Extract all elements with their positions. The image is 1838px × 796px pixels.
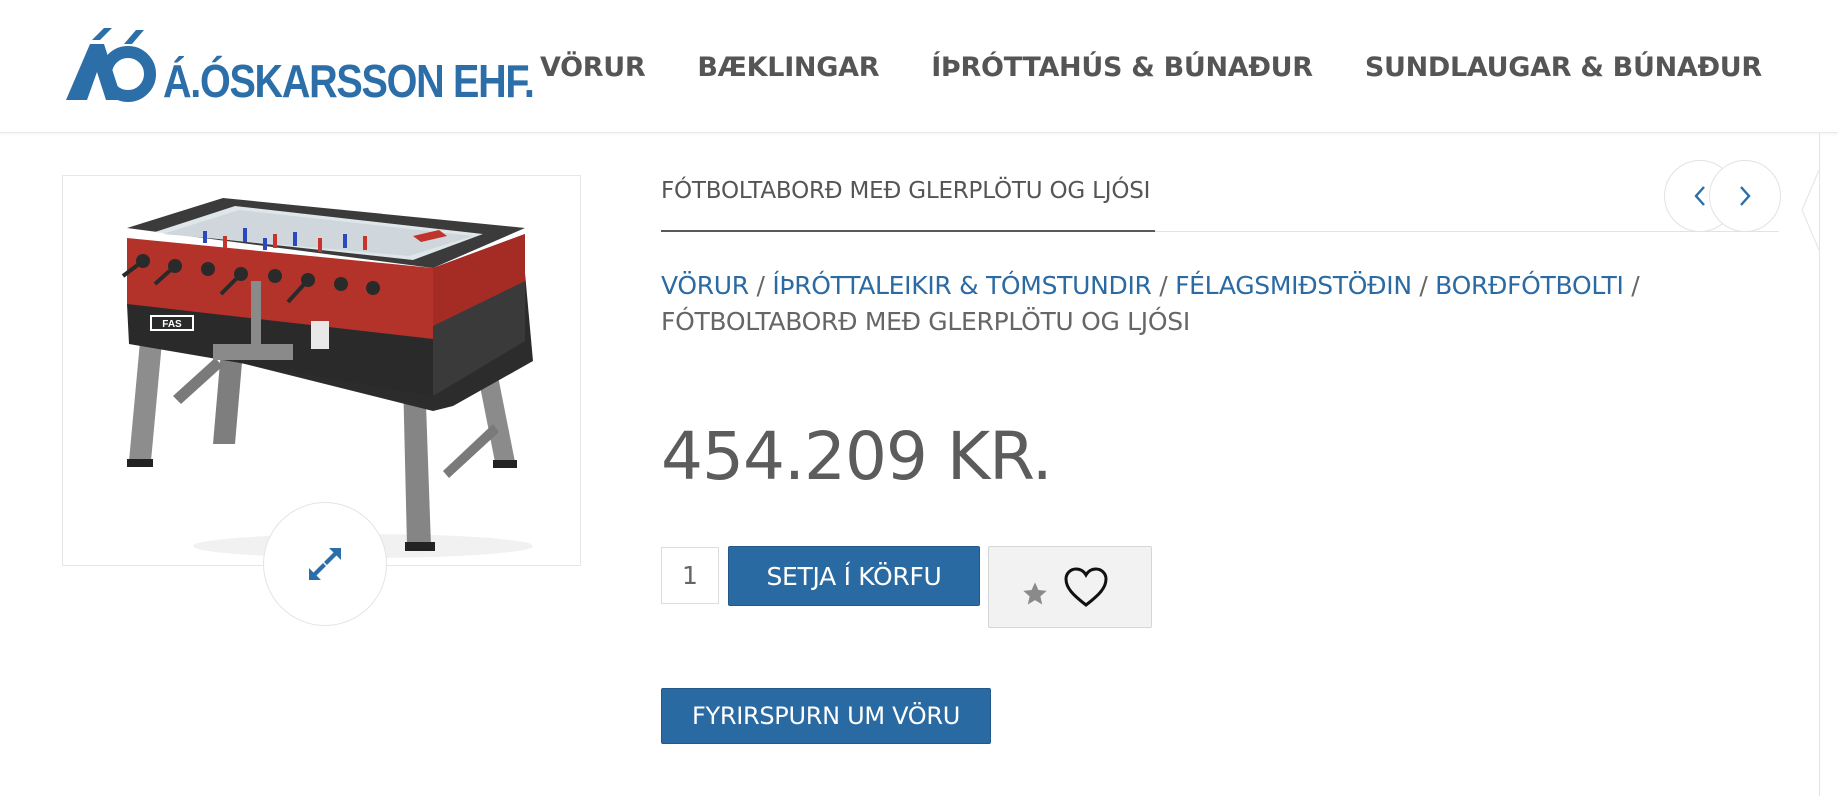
heart-icon xyxy=(1064,567,1108,607)
breadcrumb-separator: / xyxy=(756,271,765,300)
product-title: FÓTBOLTABORÐ MEÐ GLERPLÖTU OG LJÓSI xyxy=(661,178,1151,204)
product-price: 454.209 KR. xyxy=(661,418,1053,495)
chevron-left-icon xyxy=(1694,186,1705,206)
star-icon xyxy=(1023,582,1047,605)
logo-text: Á.ÓSKARSSON EHF. xyxy=(163,55,535,107)
product-inquiry-button[interactable]: FYRIRSPURN UM VÖRU xyxy=(661,688,991,744)
main-nav: VÖRUR BÆKLINGAR ÍÞRÓTTAHÚS & BÚNAÐUR SUN… xyxy=(540,52,1814,83)
breadcrumb-current: FÓTBOLTABORÐ MEÐ GLERPLÖTU OG LJÓSI xyxy=(661,307,1190,336)
breadcrumb-link-felagsmidstodin[interactable]: FÉLAGSMIÐSTÖÐIN xyxy=(1175,271,1412,300)
wishlist-button[interactable] xyxy=(988,546,1152,628)
breadcrumb: VÖRUR / ÍÞRÓTTALEIKIR & TÓMSTUNDIR / FÉL… xyxy=(661,268,1791,340)
logo-mark-icon xyxy=(66,28,156,102)
breadcrumb-link-bordfotbolti[interactable]: BORÐFÓTBOLTI xyxy=(1435,271,1624,300)
title-underline xyxy=(661,230,1155,232)
zoom-button[interactable] xyxy=(263,502,387,626)
breadcrumb-link-vorur[interactable]: VÖRUR xyxy=(661,271,749,300)
expand-icon xyxy=(309,548,341,580)
breadcrumb-separator: / xyxy=(1631,271,1640,300)
breadcrumb-separator: / xyxy=(1419,271,1428,300)
nav-item-ithrottahus[interactable]: ÍÞRÓTTAHÚS & BÚNAÐUR xyxy=(931,52,1313,83)
sidebar-notch xyxy=(1801,170,1820,250)
quantity-input[interactable]: 1 xyxy=(661,547,719,604)
site-logo[interactable]: Á.ÓSKARSSON EHF. xyxy=(62,26,594,107)
site-header: Á.ÓSKARSSON EHF. VÖRUR BÆKLINGAR ÍÞRÓTTA… xyxy=(0,0,1838,133)
nav-item-vorur[interactable]: VÖRUR xyxy=(540,52,646,83)
breadcrumb-separator: / xyxy=(1159,271,1168,300)
chevron-right-icon xyxy=(1740,186,1751,206)
nav-item-sundlaugar[interactable]: SUNDLAUGAR & BÚNAÐUR xyxy=(1365,52,1762,83)
nav-item-baeklingar[interactable]: BÆKLINGAR xyxy=(697,52,879,83)
next-product-button[interactable] xyxy=(1709,160,1781,232)
add-to-cart-button[interactable]: SETJA Í KÖRFU xyxy=(728,546,980,606)
svg-text:FAS: FAS xyxy=(162,319,182,330)
breadcrumb-link-ithrottaleikir[interactable]: ÍÞRÓTTALEIKIR & TÓMSTUNDIR xyxy=(772,271,1152,300)
